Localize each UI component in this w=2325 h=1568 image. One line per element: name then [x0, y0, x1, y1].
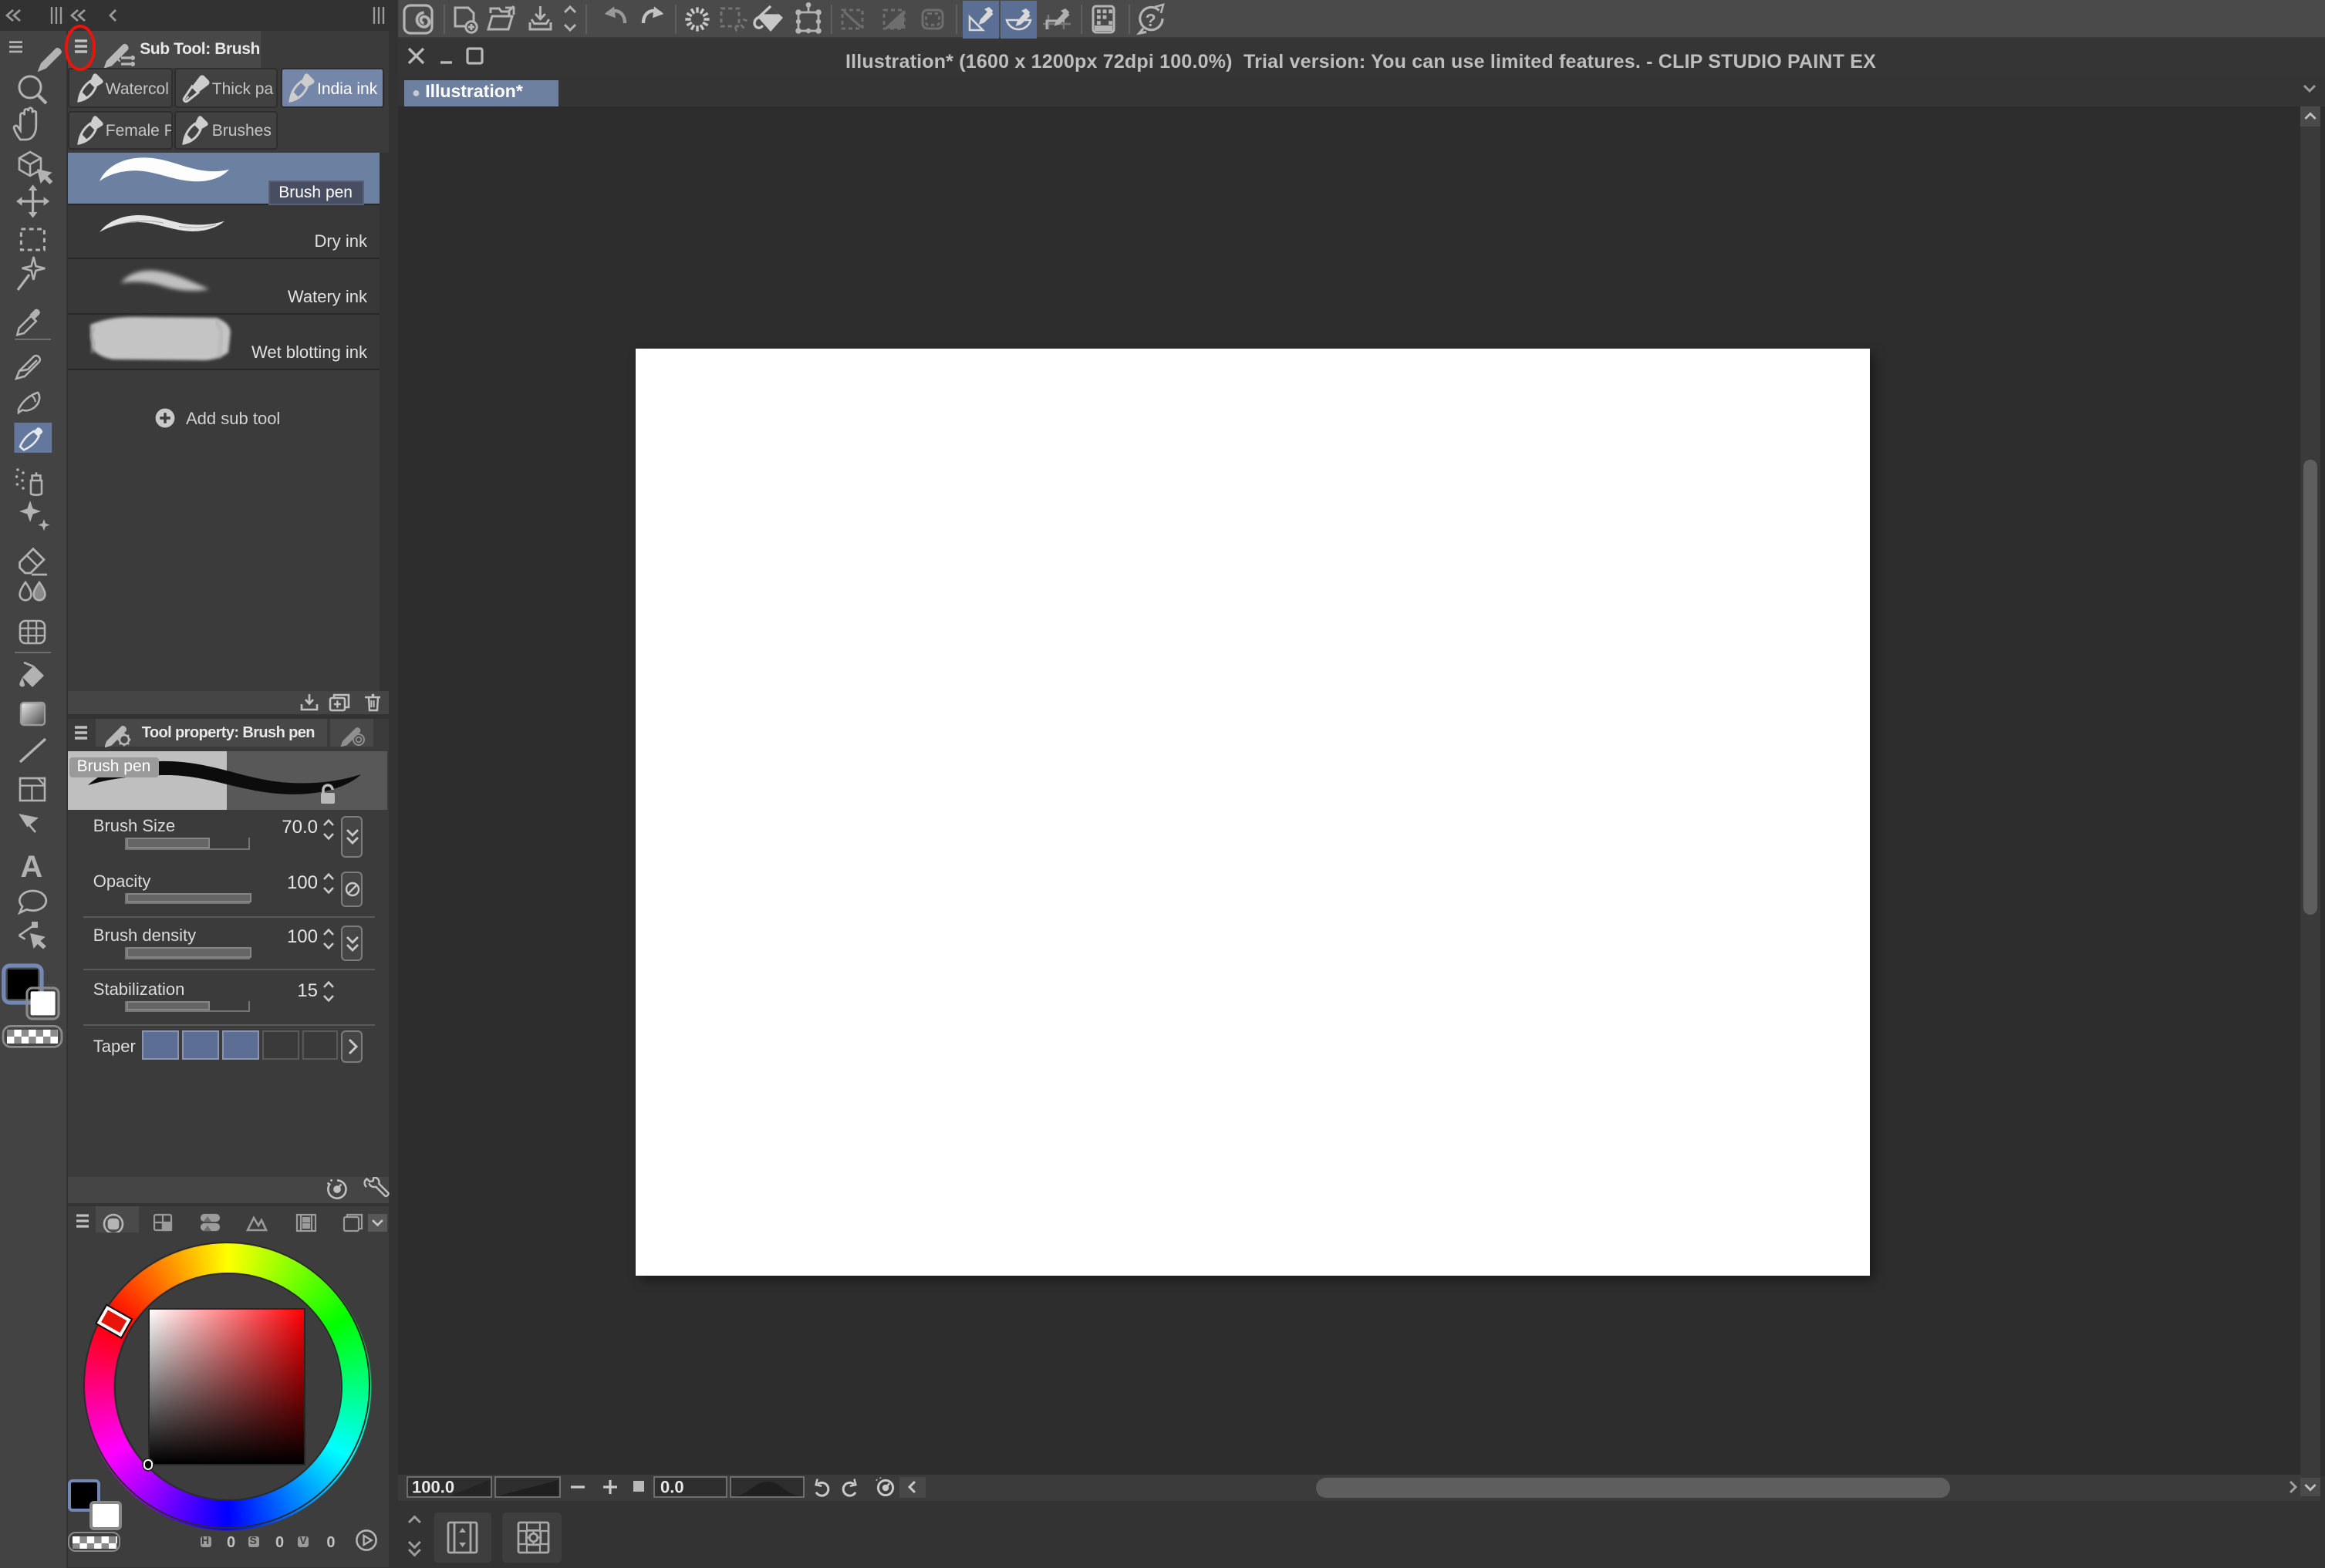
- svg-text:A: A: [20, 849, 42, 883]
- svg-text:0.0: 0.0: [660, 1478, 684, 1497]
- svg-text:100.0: 100.0: [412, 1478, 454, 1497]
- svg-text:?: ?: [1146, 10, 1156, 30]
